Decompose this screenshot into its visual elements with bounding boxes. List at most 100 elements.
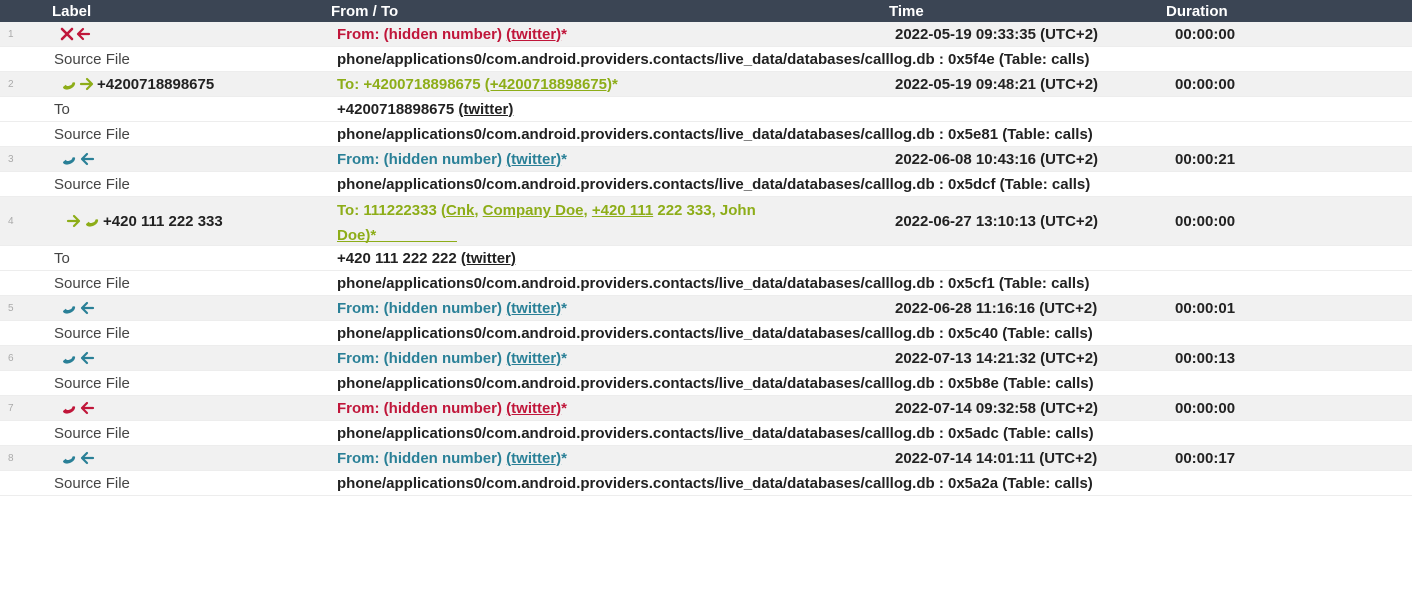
call-label-text: +4200718898675	[97, 75, 215, 93]
incoming-arrow-icon	[79, 351, 95, 365]
source-file-label: Source File	[54, 474, 130, 492]
contact-link[interactable]: (twitter)	[506, 300, 561, 317]
call-label-text: +420 111 222 333	[103, 212, 223, 230]
row-number: 4	[8, 215, 14, 227]
source-file-path[interactable]: phone/applications0/com.android.provider…	[337, 51, 1412, 68]
contact-link-cnk[interactable]: Cnk	[446, 202, 474, 219]
from-text: From: (hidden number)	[337, 299, 507, 317]
to-contact-link[interactable]: (twitter)	[461, 250, 516, 267]
call-type-icons	[60, 400, 95, 416]
call-record-row[interactable]: 1 From: (hidden number) (twitter)* 2022-…	[0, 22, 1412, 47]
call-type-icons	[60, 76, 95, 92]
from-to-cell: From: (hidden number) (twitter)*	[337, 300, 895, 317]
from-to-cell: To: +4200718898675 (+4200718898675)*	[337, 76, 895, 93]
incoming-arrow-icon	[79, 451, 95, 465]
contact-link[interactable]: (twitter)	[506, 400, 561, 417]
call-duration: 00:00:00	[1175, 25, 1236, 43]
call-type-icons	[60, 27, 91, 41]
call-label	[54, 350, 337, 366]
header-label[interactable]: Label	[50, 3, 331, 20]
call-record-row[interactable]: 2 +4200718898675 To: +4200718898675 (+42…	[0, 72, 1412, 97]
header-from-to[interactable]: From / To	[331, 3, 889, 20]
call-record-row[interactable]: 3 From: (hidden number) (twitter)* 2022-…	[0, 147, 1412, 172]
contact-link[interactable]: (twitter)	[506, 350, 561, 367]
source-file-row: Source File phone/applications0/com.andr…	[0, 471, 1412, 496]
contact-link-john-doe[interactable]: Doe)*	[337, 225, 457, 244]
contact-link[interactable]: (twitter)	[506, 26, 561, 43]
source-file-label: Source File	[54, 374, 130, 392]
source-file-path[interactable]: phone/applications0/com.android.provider…	[337, 325, 1412, 342]
phone-icon	[60, 300, 78, 316]
contact-link-number[interactable]: +420 111	[592, 202, 653, 219]
phone-icon	[60, 450, 78, 466]
incoming-arrow-icon	[79, 152, 95, 166]
from-to-cell: From: (hidden number) (twitter)*	[337, 26, 895, 43]
call-time: 2022-07-13 14:21:32 (UTC+2)	[895, 349, 1099, 367]
source-file-label: Source File	[54, 175, 130, 193]
from-to-cell: From: (hidden number) (twitter)*	[337, 400, 895, 417]
from-text: From: (hidden number)	[337, 449, 507, 467]
call-time: 2022-06-28 11:16:16 (UTC+2)	[895, 299, 1098, 317]
row-number: 2	[8, 78, 14, 90]
row-number: 8	[8, 452, 14, 464]
source-file-row: Source File phone/applications0/com.andr…	[0, 172, 1412, 197]
call-duration: 00:00:13	[1175, 349, 1236, 367]
phone-icon	[60, 76, 78, 92]
call-label: +4200718898675	[54, 76, 337, 93]
from-suffix: *	[561, 299, 567, 317]
source-file-row: Source File phone/applications0/com.andr…	[0, 371, 1412, 396]
from-text: From: (hidden number)	[337, 150, 507, 168]
row-number: 1	[8, 28, 14, 40]
phone-icon	[60, 350, 78, 366]
contact-link[interactable]: (twitter)	[506, 151, 561, 168]
call-time: 2022-07-14 14:01:11 (UTC+2)	[895, 449, 1098, 467]
source-file-row: Source File phone/applications0/com.andr…	[0, 271, 1412, 296]
source-file-row: Source File phone/applications0/com.andr…	[0, 321, 1412, 346]
call-record-row[interactable]: 7 From: (hidden number) (twitter)* 2022-…	[0, 396, 1412, 421]
source-file-path[interactable]: phone/applications0/com.android.provider…	[337, 126, 1412, 143]
call-type-icons	[60, 350, 95, 366]
source-file-path[interactable]: phone/applications0/com.android.provider…	[337, 475, 1412, 492]
source-file-path[interactable]: phone/applications0/com.android.provider…	[337, 425, 1412, 442]
call-record-row[interactable]: 5 From: (hidden number) (twitter)* 2022-…	[0, 296, 1412, 321]
source-file-label: Source File	[54, 125, 130, 143]
source-file-label: Source File	[54, 50, 130, 68]
call-record-row[interactable]: 8 From: (hidden number) (twitter)* 2022-…	[0, 446, 1412, 471]
to-value: +420 111 222 222 (twitter)	[337, 250, 1412, 267]
source-file-row: Source File phone/applications0/com.andr…	[0, 421, 1412, 446]
call-type-icons	[60, 300, 95, 316]
from-suffix: *	[561, 150, 567, 168]
row-number: 6	[8, 352, 14, 364]
header-time[interactable]: Time	[889, 3, 1166, 20]
call-record-row[interactable]: 6 From: (hidden number) (twitter)* 2022-…	[0, 346, 1412, 371]
phone-icon	[60, 400, 78, 416]
call-time: 2022-07-14 09:32:58 (UTC+2)	[895, 399, 1099, 417]
to-contact-link[interactable]: (twitter)	[458, 101, 513, 118]
row-number: 7	[8, 402, 14, 414]
source-file-path[interactable]: phone/applications0/com.android.provider…	[337, 375, 1412, 392]
contact-link-company-doe[interactable]: Company Doe	[483, 202, 584, 219]
to-label: To	[54, 249, 70, 267]
header-duration[interactable]: Duration	[1166, 3, 1412, 20]
source-file-row: Source File phone/applications0/com.andr…	[0, 47, 1412, 72]
from-text: From: (hidden number)	[337, 25, 507, 43]
row-number: 5	[8, 302, 14, 314]
call-label	[54, 300, 337, 316]
from-line-2: Doe)*	[337, 221, 895, 244]
source-file-path[interactable]: phone/applications0/com.android.provider…	[337, 275, 1412, 292]
contact-link[interactable]: (twitter)	[506, 450, 561, 467]
source-file-path[interactable]: phone/applications0/com.android.provider…	[337, 176, 1412, 193]
outgoing-arrow-icon	[66, 214, 82, 228]
contact-link[interactable]: (+4200718898675)	[485, 76, 612, 93]
to-text: To: +4200718898675	[337, 75, 485, 93]
call-record-row[interactable]: 4 +420 111 222 333 To: 111222333 (Cnk, C…	[0, 197, 1412, 246]
to-label: To	[54, 100, 70, 118]
call-duration: 00:00:01	[1175, 299, 1236, 317]
source-file-label: Source File	[54, 324, 130, 342]
missed-x-icon	[60, 27, 74, 41]
phone-icon	[60, 151, 78, 167]
call-type-icons	[60, 151, 95, 167]
from-suffix: *	[561, 349, 567, 367]
call-time: 2022-05-19 09:33:35 (UTC+2)	[895, 25, 1099, 43]
call-label	[54, 400, 337, 416]
